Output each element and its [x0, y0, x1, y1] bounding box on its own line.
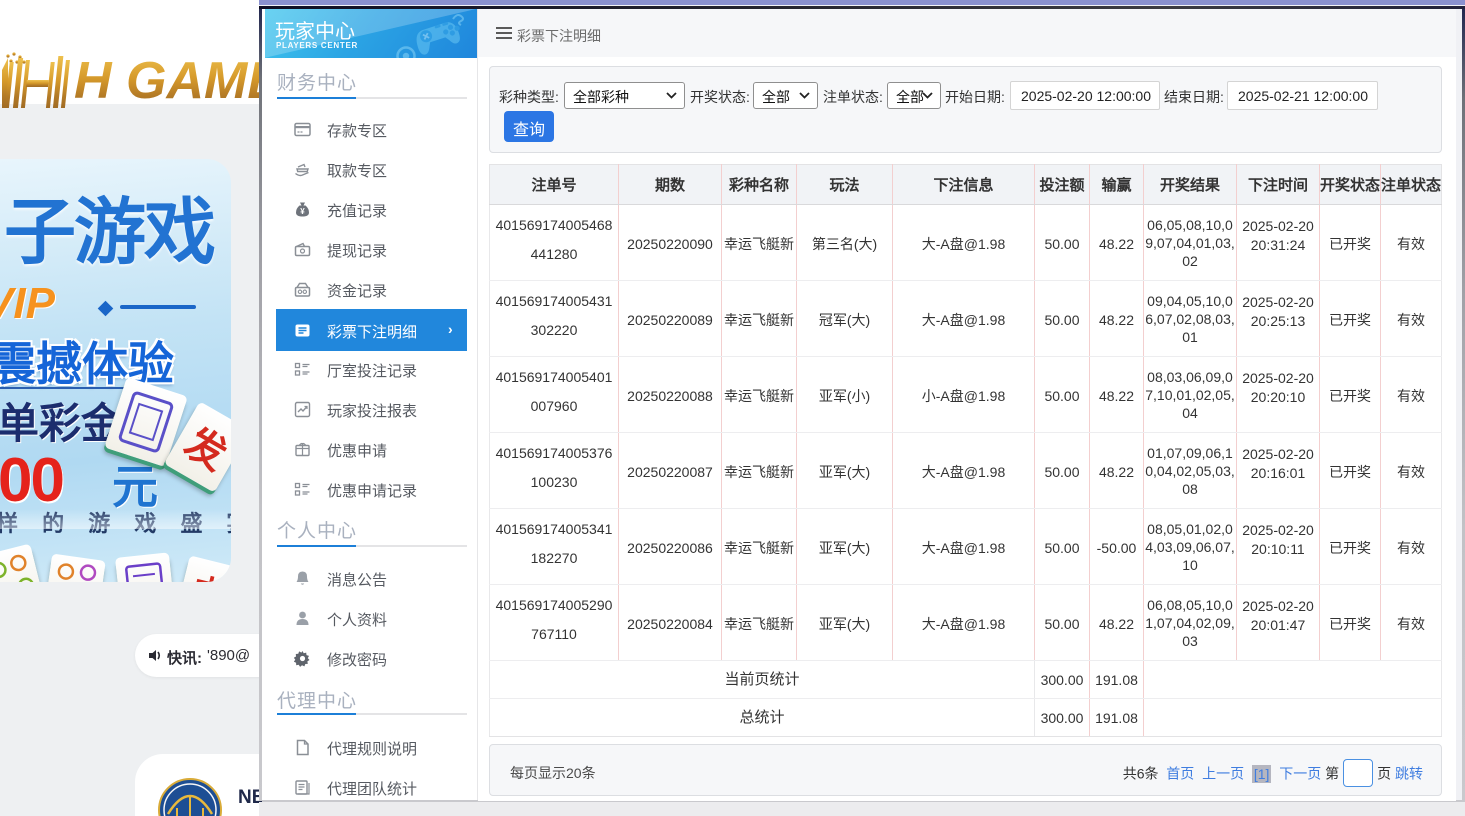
svg-text:发: 发: [177, 421, 231, 479]
svg-text:¥: ¥: [300, 207, 305, 216]
svg-text:H GAME: H GAME: [74, 52, 262, 108]
svg-text:中: 中: [187, 571, 229, 582]
